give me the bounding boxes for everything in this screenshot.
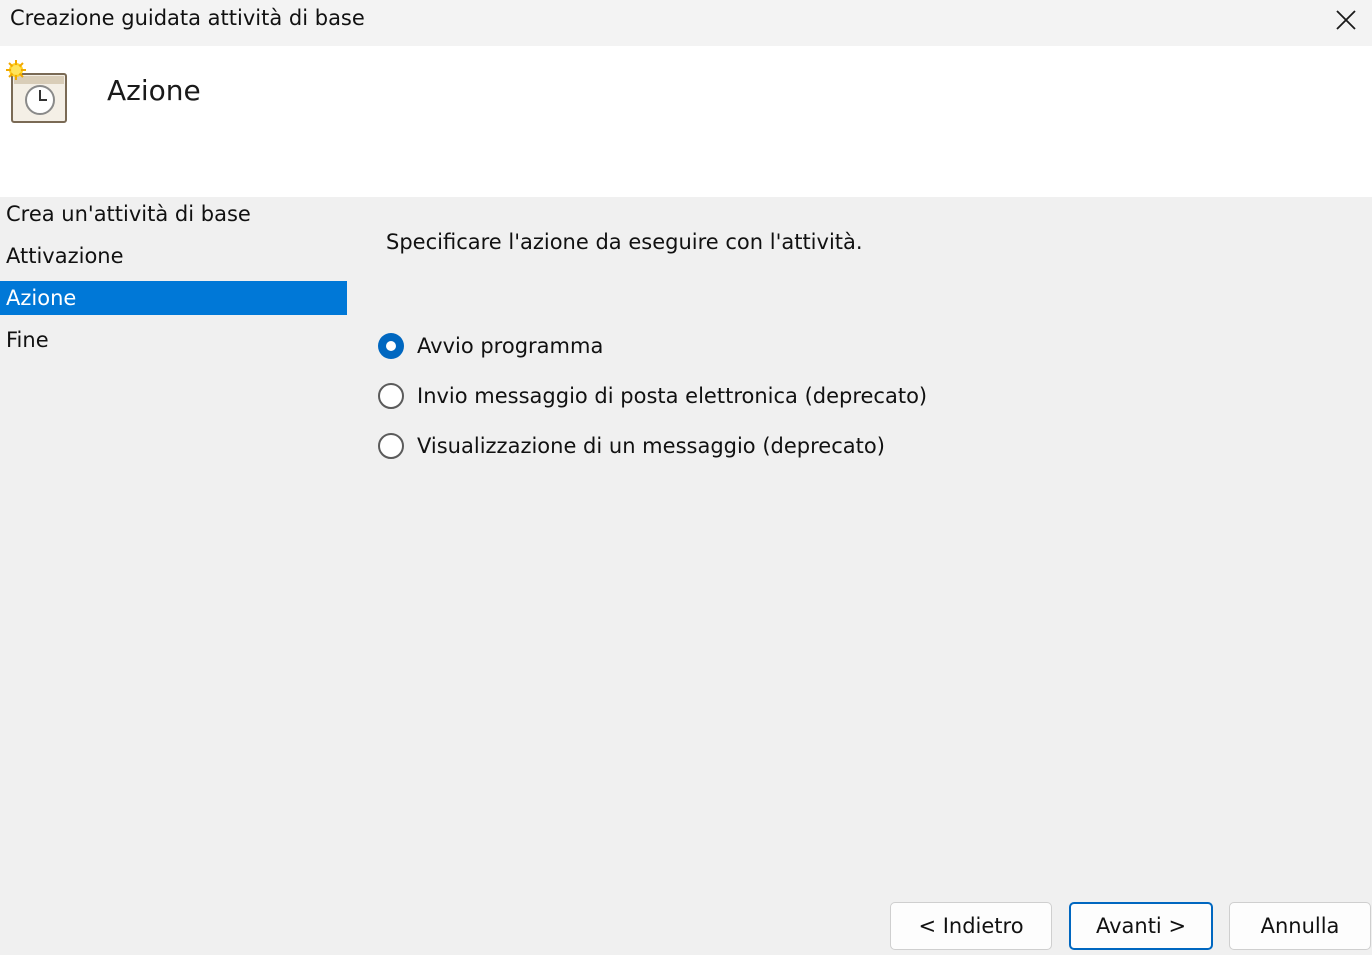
- radio-send-email[interactable]: [378, 383, 404, 409]
- option-label[interactable]: Visualizzazione di un messaggio (depreca…: [417, 432, 885, 460]
- option-display-message[interactable]: Visualizzazione di un messaggio (depreca…: [378, 430, 885, 462]
- back-button[interactable]: < Indietro: [890, 902, 1052, 950]
- step-action: Azione: [0, 281, 347, 315]
- step-finish: Fine: [6, 328, 49, 352]
- cancel-button[interactable]: Annulla: [1229, 902, 1371, 950]
- option-start-program[interactable]: Avvio programma: [378, 330, 603, 362]
- radio-start-program[interactable]: [378, 333, 404, 359]
- task-scheduler-clock-icon: [6, 60, 67, 123]
- option-label[interactable]: Invio messaggio di posta elettronica (de…: [417, 382, 927, 410]
- option-label[interactable]: Avvio programma: [417, 332, 603, 360]
- page-title: Azione: [107, 74, 201, 107]
- wizard-header: Azione: [0, 46, 1372, 197]
- window-title: Creazione guidata attività di base: [10, 6, 365, 30]
- radio-display-message[interactable]: [378, 433, 404, 459]
- step-create-task: Crea un'attività di base: [6, 202, 251, 226]
- option-send-email[interactable]: Invio messaggio di posta elettronica (de…: [378, 380, 927, 412]
- close-icon: [1336, 10, 1356, 30]
- next-button[interactable]: Avanti >: [1069, 902, 1213, 950]
- title-bar: Creazione guidata attività di base: [0, 0, 1372, 46]
- close-button[interactable]: [1320, 0, 1372, 40]
- instruction-text: Specificare l'azione da eseguire con l'a…: [386, 230, 863, 254]
- wizard-window: Creazione guidata attività di base Azion…: [0, 0, 1372, 955]
- step-trigger: Attivazione: [6, 244, 124, 268]
